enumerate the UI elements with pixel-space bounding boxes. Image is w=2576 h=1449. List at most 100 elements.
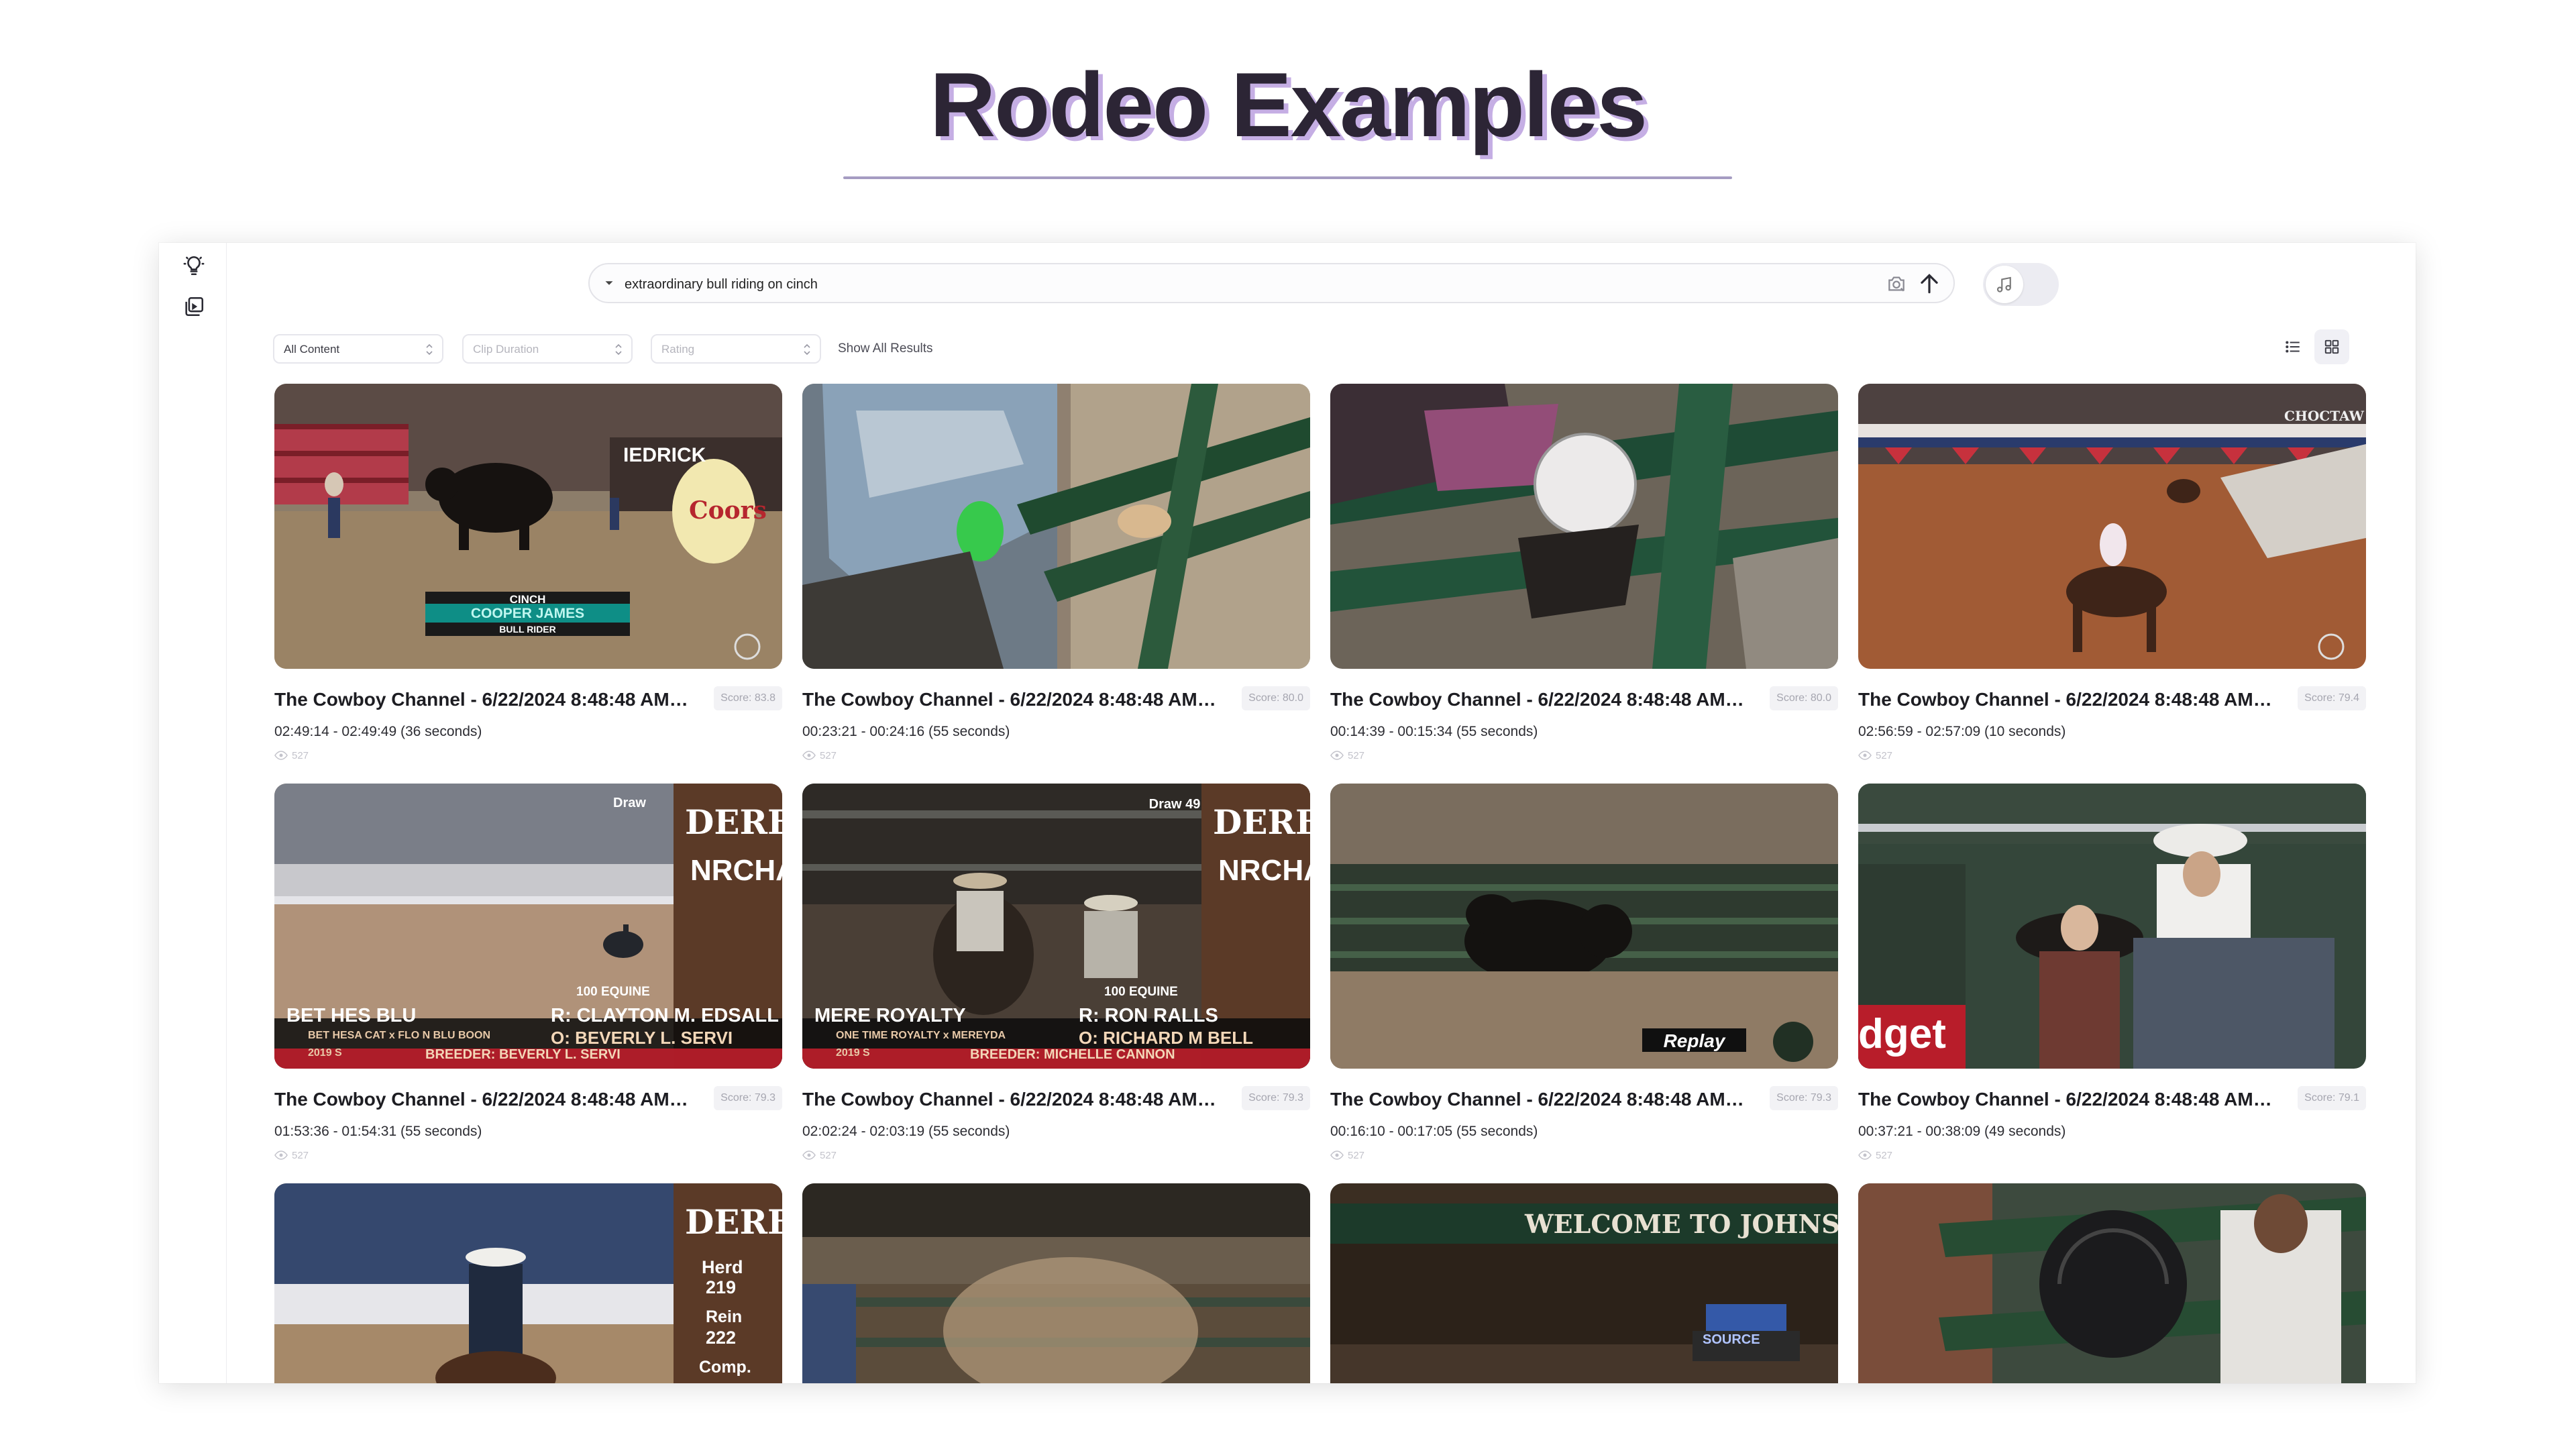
image-search-icon[interactable] bbox=[1886, 273, 1907, 294]
view-count-value: 527 bbox=[292, 1150, 309, 1161]
score-badge: Score: 79.3 bbox=[714, 1086, 782, 1110]
brand-logo-text: DERBY bbox=[685, 1202, 782, 1242]
view-count: 527 bbox=[1858, 1150, 1892, 1161]
view-count-value: 527 bbox=[820, 750, 837, 761]
eye-icon bbox=[1858, 1150, 1872, 1160]
toggle-knob bbox=[1986, 266, 2023, 303]
chevron-down-icon[interactable] bbox=[602, 276, 616, 290]
breeding-text: ONE TIME ROYALTY x MEREYDA bbox=[836, 1030, 1006, 1041]
result-title[interactable]: The Cowboy Channel - 6/22/2024 8:48:48 A… bbox=[802, 1089, 1218, 1110]
eye-icon bbox=[802, 751, 816, 760]
view-count: 527 bbox=[274, 750, 309, 761]
barrel-logo-text: Coors bbox=[689, 496, 767, 525]
result-title[interactable]: The Cowboy Channel - 6/22/2024 8:48:48 A… bbox=[274, 1089, 690, 1110]
result-title[interactable]: The Cowboy Channel - 6/22/2024 8:48:48 A… bbox=[1858, 689, 2274, 710]
score-badge: Score: 79.4 bbox=[2298, 686, 2366, 710]
video-thumbnail[interactable]: CHOCTAW bbox=[1858, 384, 2366, 669]
view-count-value: 527 bbox=[1876, 750, 1893, 761]
search-input[interactable] bbox=[623, 271, 1833, 298]
clip-time-range: 00:23:21 - 00:24:16 (55 seconds) bbox=[802, 724, 1010, 739]
audio-search-toggle[interactable] bbox=[1983, 263, 2059, 306]
lightbulb-icon[interactable] bbox=[182, 254, 205, 277]
sponsor-text: SOURCE bbox=[1703, 1332, 1760, 1347]
arrow-up-icon[interactable] bbox=[1917, 271, 1942, 297]
clip-time-range: 00:37:21 - 00:38:09 (49 seconds) bbox=[1858, 1124, 2066, 1139]
sponsor-text: 100 EQUINE bbox=[1104, 985, 1178, 999]
rein-score: 222 bbox=[706, 1328, 737, 1348]
content-filter-label: All Content bbox=[284, 343, 340, 356]
owner-name: O: RICHARD M BELL bbox=[1079, 1028, 1253, 1048]
duration-filter-select[interactable]: Clip Duration bbox=[462, 334, 633, 364]
video-thumbnail[interactable] bbox=[1330, 384, 1838, 669]
select-arrows-icon bbox=[615, 343, 622, 356]
list-view-button[interactable] bbox=[2275, 329, 2310, 364]
rider-name: R: RON RALLS bbox=[1079, 1005, 1218, 1026]
horse-name: MERE ROYALTY bbox=[814, 1005, 966, 1026]
view-count: 527 bbox=[1330, 750, 1364, 761]
view-count: 527 bbox=[802, 1150, 837, 1161]
year-text: 2019 S bbox=[308, 1047, 342, 1059]
result-title[interactable]: The Cowboy Channel - 6/22/2024 8:48:48 A… bbox=[1858, 1089, 2274, 1110]
score-badge: Score: 80.0 bbox=[1242, 686, 1310, 710]
arena-sign-text: IEDRICK bbox=[623, 444, 706, 466]
show-all-results-link[interactable]: Show All Results bbox=[838, 341, 933, 356]
rating-filter-select[interactable]: Rating bbox=[651, 334, 821, 364]
content-filter-select[interactable]: All Content bbox=[273, 334, 443, 364]
select-arrows-icon bbox=[426, 343, 433, 356]
result-title[interactable]: The Cowboy Channel - 6/22/2024 8:48:48 A… bbox=[802, 689, 1218, 710]
arena-sign-text: dget bbox=[1858, 1011, 1946, 1057]
eye-icon bbox=[274, 751, 288, 760]
rating-filter-label: Rating bbox=[661, 343, 695, 356]
thumbnail-image bbox=[1330, 784, 1838, 1069]
result-title[interactable]: The Cowboy Channel - 6/22/2024 8:48:48 A… bbox=[1330, 1089, 1746, 1110]
arena-sign-text: WELCOME TO JOHNSON bbox=[1525, 1209, 1838, 1239]
view-count-value: 527 bbox=[820, 1150, 837, 1161]
eye-icon bbox=[1330, 751, 1344, 760]
grid-view-button[interactable] bbox=[2314, 329, 2349, 364]
view-count-value: 527 bbox=[1348, 1150, 1365, 1161]
score-badge: Score: 83.8 bbox=[714, 686, 782, 710]
score-badge: Score: 79.3 bbox=[1770, 1086, 1838, 1110]
eye-icon bbox=[274, 1150, 288, 1160]
music-note-icon bbox=[1996, 276, 2011, 292]
draw-label: Draw bbox=[613, 796, 646, 810]
library-icon[interactable] bbox=[182, 295, 205, 318]
search-bar bbox=[588, 263, 1955, 303]
title-underline bbox=[843, 176, 1732, 179]
view-count: 527 bbox=[274, 1150, 309, 1161]
result-title[interactable]: The Cowboy Channel - 6/22/2024 8:48:48 A… bbox=[274, 689, 690, 710]
video-thumbnail[interactable]: DERBY Herd 219 Rein 222 Comp. bbox=[274, 1183, 782, 1383]
view-count-value: 527 bbox=[292, 750, 309, 761]
eye-icon bbox=[802, 1150, 816, 1160]
result-title[interactable]: The Cowboy Channel - 6/22/2024 8:48:48 A… bbox=[1330, 689, 1746, 710]
breeding-text: BET HESA CAT x FLO N BLU BOON bbox=[308, 1030, 490, 1041]
herd-score: 219 bbox=[706, 1277, 737, 1297]
duration-filter-label: Clip Duration bbox=[473, 343, 539, 356]
score-badge: Score: 80.0 bbox=[1770, 686, 1838, 710]
year-text: 2019 S bbox=[836, 1047, 870, 1059]
video-thumbnail[interactable]: DERBY NRCHA Draw 100 EQUINE BET HES BLU … bbox=[274, 784, 782, 1069]
view-count-value: 527 bbox=[1876, 1150, 1893, 1161]
sponsor-text: 100 EQUINE bbox=[576, 985, 650, 999]
left-rail bbox=[159, 243, 227, 1383]
video-thumbnail[interactable] bbox=[1858, 1183, 2366, 1383]
org-logo-text: NRCHA bbox=[1218, 854, 1310, 887]
comp-label: Comp. bbox=[699, 1358, 751, 1377]
score-badge: Score: 79.3 bbox=[1242, 1086, 1310, 1110]
video-thumbnail[interactable]: DERBY NRCHA Draw 49 100 EQUINE MERE ROYA… bbox=[802, 784, 1310, 1069]
brand-logo-text: DERBY bbox=[685, 802, 782, 842]
view-count: 527 bbox=[802, 750, 837, 761]
video-thumbnail[interactable]: Replay bbox=[1330, 784, 1838, 1069]
video-thumbnail[interactable]: dget bbox=[1858, 784, 2366, 1069]
thumbnail-image bbox=[802, 1183, 1310, 1383]
lower-third-sponsor: CINCH bbox=[509, 593, 546, 606]
video-thumbnail[interactable] bbox=[802, 384, 1310, 669]
eye-icon bbox=[1858, 751, 1872, 760]
video-thumbnail[interactable]: CINCH COOPER JAMES BULL RIDER IEDRICK Co… bbox=[274, 384, 782, 669]
app-window: All Content Clip Duration Rating Show Al… bbox=[159, 243, 2416, 1383]
video-thumbnail[interactable]: WELCOME TO JOHNSON SOURCE bbox=[1330, 1183, 1838, 1383]
video-thumbnail[interactable] bbox=[802, 1183, 1310, 1383]
view-toggle bbox=[2275, 329, 2349, 367]
view-count: 527 bbox=[1858, 750, 1892, 761]
draw-label: Draw 49 bbox=[1148, 797, 1201, 812]
